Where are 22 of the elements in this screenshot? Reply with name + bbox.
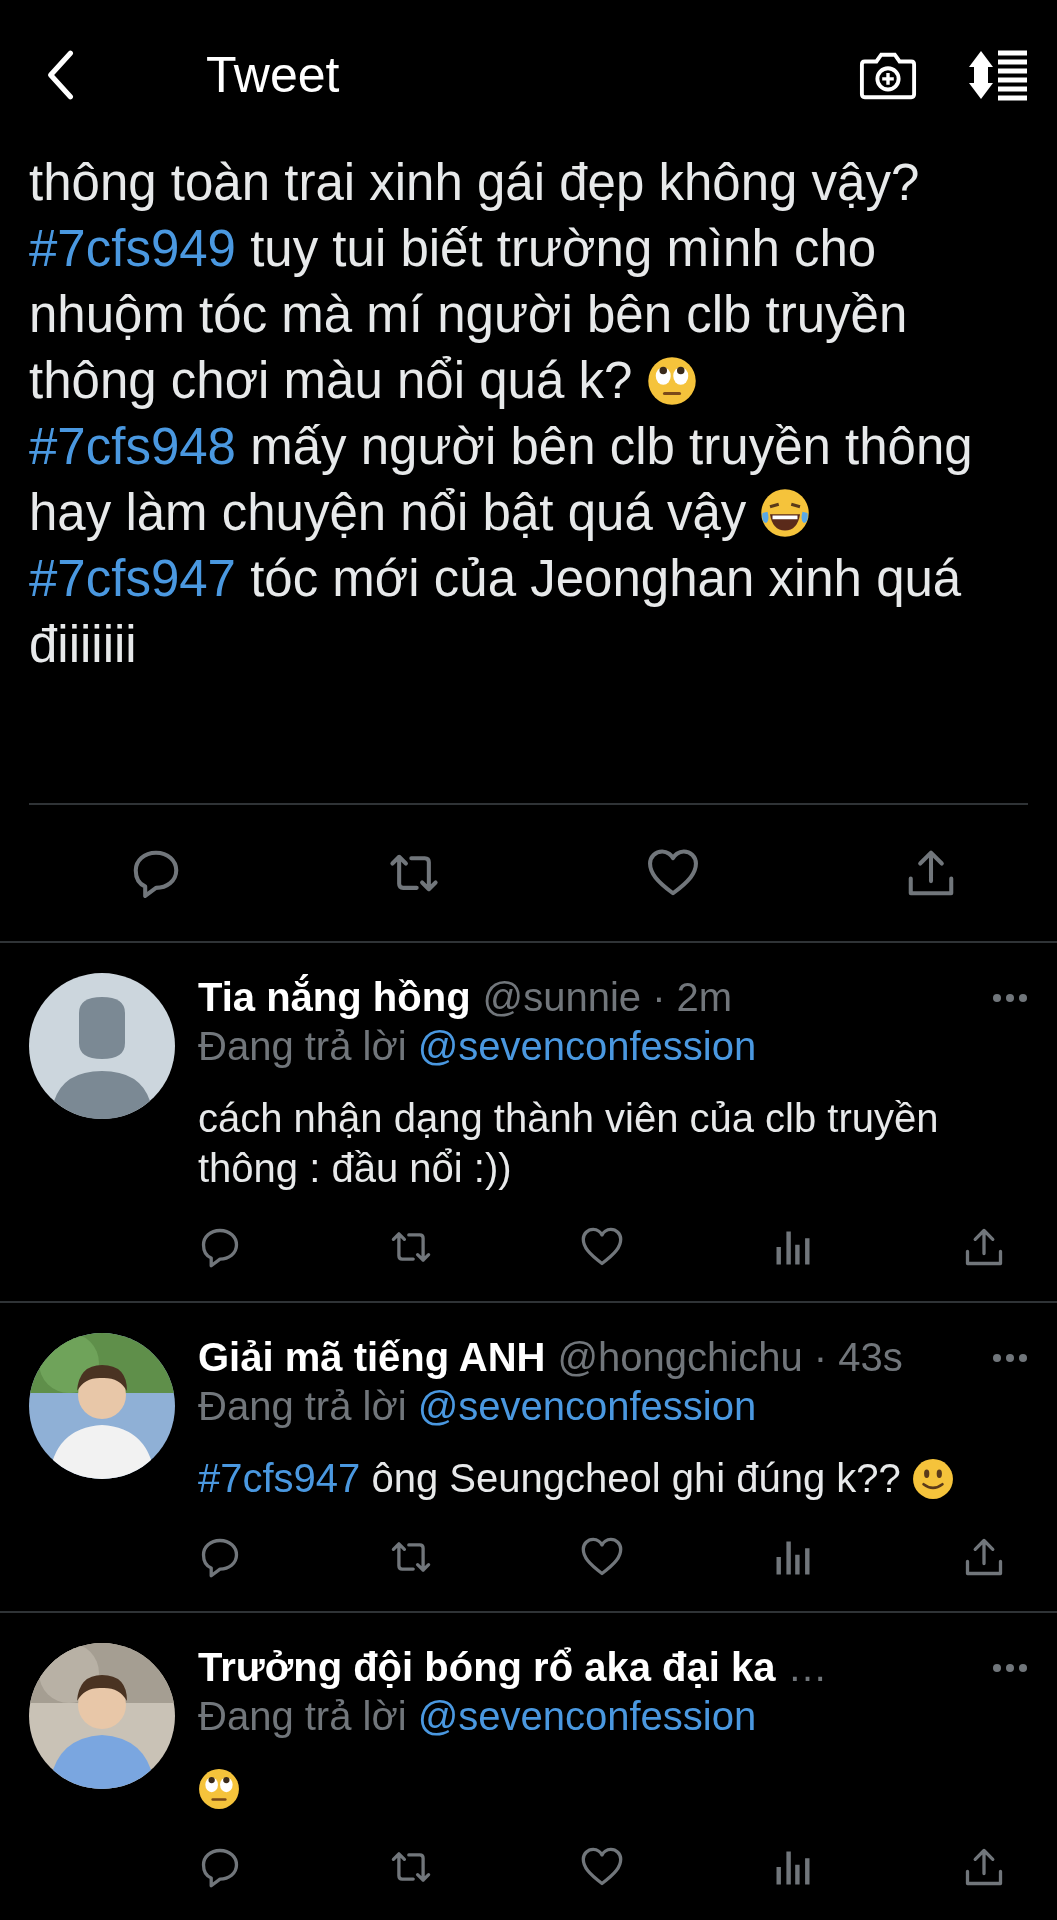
hashtag-link[interactable]: #7cfs949 (29, 220, 236, 277)
tweet-text: #7cfs947 tóc mới của Jeonghan xinh quá điiiiiii (29, 549, 963, 675)
page-title: Tweet (206, 46, 340, 104)
hashtag-link[interactable]: #7cfs947 (198, 1456, 361, 1500)
mention-link[interactable]: @sevenconfession (417, 1694, 757, 1738)
mention-link[interactable]: @sevenconfession (417, 1384, 757, 1428)
tweet-text: thông toàn trai xinh gái đẹp không vậy? (29, 153, 921, 213)
hashtag-link[interactable]: #7cfs948 (29, 418, 236, 475)
reply-text: cách nhận dạng thành viên của clb truyền thông : đầu nổi :)) (198, 1095, 940, 1192)
replying-to-text: Đang trả lời @sevenconfession (198, 1023, 758, 1070)
mention-link[interactable]: @sevenconfession (417, 1024, 757, 1068)
tweet-text: #7cfs949 tuy tui biết trường mình cho nhuộm tóc mà mí người bên clb truyền thông chơi màu nổi quá k? (29, 219, 909, 411)
author-meta: @sunnie · 2m (482, 974, 733, 1021)
hashtag-link[interactable]: #7cfs947 (29, 550, 236, 607)
reply-text: #7cfs947 ông Seungcheol ghi đúng k?? (198, 1453, 1028, 1503)
replying-to-text: Đang trả lời @sevenconfession (198, 1693, 758, 1740)
author-name[interactable]: Trưởng đội bóng rổ aka đại ka (198, 1643, 776, 1692)
replying-to-text: Đang trả lời @sevenconfession (198, 1383, 758, 1430)
author-name[interactable]: Giải mã tiếng ANH (198, 1333, 546, 1382)
author-meta: @hongchichu · 43s (557, 1334, 903, 1381)
author-name[interactable]: Tia nắng hồng (198, 973, 471, 1022)
author-meta: … (787, 1644, 828, 1691)
